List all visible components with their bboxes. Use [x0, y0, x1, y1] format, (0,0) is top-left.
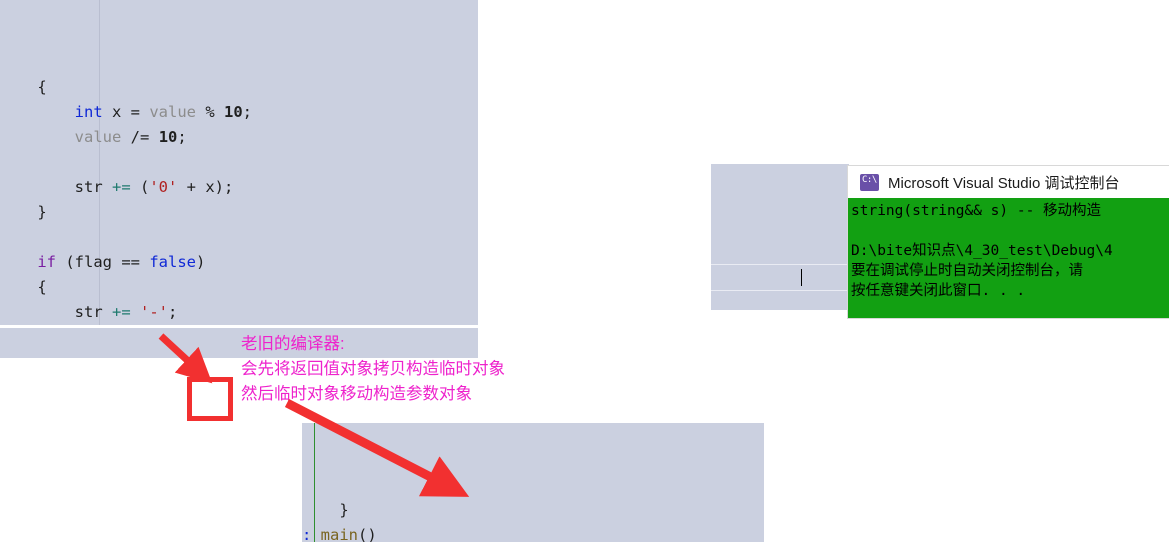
code-token: { — [0, 78, 47, 96]
code-token: { — [0, 278, 47, 296]
code-lines-main: { int x = value % 10; value /= 10; str +… — [0, 75, 478, 325]
code-token: } — [302, 501, 349, 519]
code-token: ) — [196, 253, 206, 271]
code-token: 10 — [158, 128, 178, 146]
code-token: '-' — [140, 303, 168, 321]
code-line: { — [0, 75, 478, 100]
annotation-note: 老旧的编译器: 会先将返回值对象拷贝构造临时对象 然后临时对象移动构造参数对象 — [241, 332, 505, 407]
code-token: ; — [168, 303, 178, 321]
console-output-line: D:\bite知识点\4_30_test\Debug\4 — [851, 243, 1113, 259]
console-output-line: string(string&& s) -- 移动构造 — [851, 203, 1102, 219]
console-app-icon — [860, 173, 879, 191]
code-line: if (flag == false) — [0, 250, 478, 275]
code-token: () — [358, 526, 377, 542]
code-editor-main-panel[interactable]: { int x = value % 10; value /= 10; str +… — [0, 0, 478, 325]
code-token: ( — [130, 178, 150, 196]
code-token: ; — [242, 103, 253, 121]
code-token: main — [320, 526, 358, 542]
code-lines-fragment: ng(1234); — [711, 264, 849, 310]
code-line: str += '-'; — [0, 300, 478, 325]
code-line: } — [302, 498, 764, 523]
code-token: value — [149, 103, 196, 121]
code-token: if — [37, 253, 56, 271]
annotation-line: 会先将返回值对象拷贝构造临时对象 — [241, 360, 505, 378]
code-line: : main() — [302, 523, 764, 542]
code-token: : — [302, 526, 321, 542]
console-window-title: Microsoft Visual Studio 调试控制台 — [888, 174, 1120, 192]
code-token: + x); — [177, 178, 234, 196]
annotation-line: 老旧的编译器: — [241, 335, 345, 353]
code-token: += — [111, 303, 131, 321]
code-token: 10 — [224, 103, 243, 121]
code-editor-lower-panel[interactable]: }: main() pjl::string ret = pjl::to_stri… — [302, 423, 764, 542]
debug-console-window[interactable]: Microsoft Visual Studio 调试控制台 string(str… — [848, 166, 1169, 318]
code-token: str — [0, 303, 112, 321]
code-line: { — [0, 275, 478, 300]
code-token: int — [74, 103, 103, 121]
code-token: str — [0, 178, 112, 196]
code-token: += — [111, 178, 131, 196]
code-token: false — [149, 253, 196, 271]
code-token: % — [196, 103, 224, 121]
code-line: str += ('0' + x); — [0, 175, 478, 200]
code-editor-fragment-panel[interactable]: ng(1234); — [711, 164, 849, 310]
code-line: value /= 10; — [0, 125, 478, 150]
console-output-line: 按任意键关闭此窗口. . . — [851, 283, 1026, 299]
code-token: '0' — [149, 178, 178, 196]
code-token: ; — [177, 128, 187, 146]
code-line: } — [0, 200, 478, 225]
console-titlebar[interactable]: Microsoft Visual Studio 调试控制台 — [848, 166, 1169, 198]
annotation-line: 然后临时对象移动构造参数对象 — [241, 385, 472, 403]
code-lines-lower: }: main() pjl::string ret = pjl::to_stri… — [302, 498, 764, 542]
code-token: x = — [102, 103, 150, 121]
code-token: value — [74, 128, 122, 146]
highlight-rectangle — [187, 377, 233, 421]
code-token: /= — [130, 128, 150, 146]
code-token: } — [0, 203, 47, 221]
code-token: (flag == — [56, 253, 150, 271]
text-caret — [801, 269, 802, 286]
code-line: int x = value % 10; — [0, 100, 478, 125]
console-output: string(string&& s) -- 移动构造 D:\bite知识点\4_… — [848, 198, 1169, 318]
console-output-line: 要在调试停止时自动关闭控制台，请 — [851, 263, 1083, 279]
